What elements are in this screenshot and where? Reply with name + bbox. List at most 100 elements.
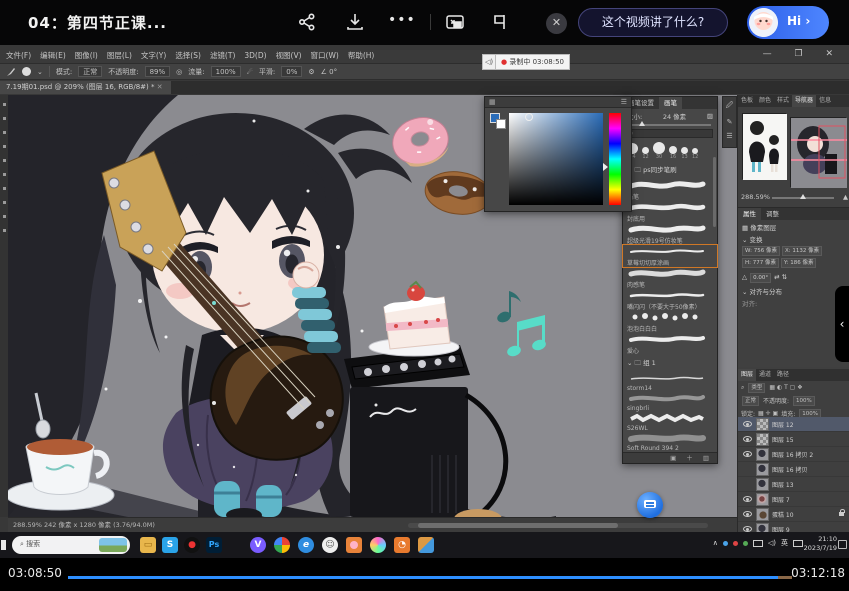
brush-search-input[interactable]: ⌕ — [627, 129, 713, 138]
zoom-in-icon[interactable]: ▲ — [843, 191, 848, 203]
brush-item[interactable]: 泡泡白白白 — [623, 311, 717, 333]
edge-icon[interactable]: e — [298, 537, 314, 553]
close-ask-icon[interactable]: ✕ — [546, 13, 567, 34]
color-cursor[interactable] — [525, 113, 533, 121]
brush-size-value[interactable]: 24 像素 — [663, 111, 686, 121]
hue-slider[interactable] — [609, 113, 621, 205]
mosaic-app-icon[interactable] — [418, 537, 434, 553]
photoshop-taskbar-icon[interactable]: Ps — [206, 537, 222, 553]
layer-filter-icons[interactable]: ▦ ◐ T ▢ ❖ — [769, 384, 802, 391]
chrome-icon[interactable] — [274, 537, 290, 553]
app-s-icon[interactable]: S — [162, 537, 178, 553]
airbrush-icon[interactable]: ☄ — [247, 68, 253, 76]
canvas-hscrollbar[interactable] — [408, 523, 708, 528]
brush-item[interactable]: 铅笔 — [623, 179, 717, 201]
tab-info[interactable]: 信息 — [816, 95, 834, 107]
chat-bubble-button[interactable] — [637, 492, 663, 518]
pip-icon[interactable] — [444, 12, 466, 34]
assistant-entry[interactable]: Hi › — [747, 6, 829, 39]
pressure-opacity-icon[interactable]: ◎ — [176, 68, 182, 76]
clock-app-icon[interactable]: ◔ — [394, 537, 410, 553]
menu-edit[interactable]: 编辑(E) — [40, 51, 66, 60]
tab-swatches[interactable]: 色板 — [738, 95, 756, 107]
brush-group-1[interactable]: ⌄ 🗀 ps同步笔刷 — [623, 162, 717, 179]
smooth-value[interactable]: 0% — [281, 66, 302, 77]
navigator-zoom-value[interactable]: 288.59% — [741, 191, 770, 203]
panel-menu-icon[interactable]: ☰ — [621, 97, 627, 107]
reference-image-thumbnail[interactable] — [742, 113, 786, 179]
brush-item[interactable]: 嘴闪闪（不要大于50像素） — [623, 289, 717, 311]
gear-icon[interactable]: ⚙ — [308, 68, 314, 76]
layers-opacity-value[interactable]: 100% — [793, 396, 815, 406]
layer-row[interactable]: 图层 7 — [738, 492, 849, 507]
tab-paths[interactable]: 路径 — [774, 369, 792, 381]
transform-h-field[interactable]: H: 777 像素 — [742, 258, 779, 268]
brush-item[interactable]: S26WL — [623, 412, 717, 432]
navigator-zoom-slider[interactable] — [772, 197, 834, 199]
menu-filter[interactable]: 滤镜(T) — [210, 51, 235, 60]
layer-row[interactable]: 图层 16 拷贝 — [738, 462, 849, 477]
brush-panel-footer[interactable]: ▣ ＋ ▥ — [623, 452, 717, 463]
ps-tools-strip[interactable] — [0, 95, 8, 517]
tab-adjustments[interactable]: 调整 — [761, 208, 784, 220]
brush-item[interactable]: singbrli — [623, 392, 717, 412]
brush-item[interactable]: 爱心 — [623, 333, 717, 355]
document-tab[interactable]: 7.19期01.psd @ 209% (图层 16, RGB/8#) * ✕ — [0, 81, 171, 94]
system-tray[interactable]: ∧ ◁) 英 — [713, 538, 803, 548]
brush-preset-caret[interactable]: ⌄ — [37, 68, 43, 76]
menu-3d[interactable]: 3D(D) — [244, 51, 266, 60]
sidebar-toggle[interactable]: ‹ — [835, 286, 849, 362]
mode-select[interactable]: 正常 — [78, 66, 102, 77]
tab-styles[interactable]: 样式 — [774, 95, 792, 107]
brush-panel-scrollbar[interactable] — [713, 157, 716, 227]
layer-row[interactable]: 蛋糕 10 — [738, 507, 849, 522]
menu-type[interactable]: 文字(Y) — [141, 51, 166, 60]
brush-preset-dots[interactable]: 24 12 30 16 13 12 — [623, 140, 717, 162]
more-icon[interactable]: ••• — [388, 12, 410, 34]
align-section-header[interactable]: ⌄ 对齐与分布 — [738, 284, 849, 296]
flip-icons[interactable]: ⇄ ⇅ — [774, 273, 787, 281]
qq-icon[interactable]: ● — [184, 537, 200, 553]
opacity-value[interactable]: 89% — [145, 66, 171, 77]
brush-size-slider[interactable] — [629, 124, 711, 126]
lock-icons[interactable]: ▦ ✛ ▣ — [758, 410, 778, 417]
menu-select[interactable]: 选择(S) — [175, 51, 201, 60]
brush-stamp-icon[interactable]: ▨ — [707, 112, 713, 120]
menu-layer[interactable]: 图层(L) — [107, 51, 132, 60]
brush-tool-icon[interactable] — [6, 67, 16, 77]
brush-item-selected[interactable]: 草莓切切厚涂画 — [623, 245, 717, 267]
brush-item[interactable]: 超级光滑19号仿妆笔 — [623, 223, 717, 245]
tab-properties[interactable]: 属性 — [738, 208, 761, 220]
menu-view[interactable]: 视图(V) — [276, 51, 302, 60]
menu-file[interactable]: 文件(F) — [6, 51, 31, 60]
layer-filter-icon[interactable]: ⌕ — [741, 384, 744, 392]
layer-row[interactable]: 图层 16 拷贝 2 — [738, 447, 849, 462]
window-controls[interactable]: — ❐ ✕ — [763, 49, 843, 59]
menu-window[interactable]: 窗口(W) — [311, 51, 339, 60]
transform-section-header[interactable]: ⌄ 变换 — [738, 232, 849, 244]
fg-bg-swatches[interactable] — [490, 113, 506, 129]
app-orange-icon[interactable] — [346, 537, 362, 553]
tab-channels[interactable]: 通道 — [756, 369, 774, 381]
menu-image[interactable]: 图像(I) — [75, 51, 98, 60]
progress-track[interactable] — [68, 576, 792, 579]
transform-w-field[interactable]: W: 756 像素 — [742, 246, 780, 256]
speaker-icon[interactable]: ◁) — [482, 54, 496, 70]
brush-item[interactable]: storm14 — [623, 372, 717, 392]
menu-help[interactable]: 帮助(H) — [348, 51, 375, 60]
layer-filter-type[interactable]: 类型 — [748, 383, 765, 393]
notification-icon[interactable] — [838, 540, 847, 549]
flag-icon[interactable] — [489, 12, 511, 34]
brush-group-2[interactable]: ⌄ 🗀 组 1 — [623, 355, 717, 372]
brush-item[interactable]: 肉感笔 — [623, 267, 717, 289]
navigator-preview[interactable] — [790, 117, 846, 187]
tab-color[interactable]: 颜色 — [756, 95, 774, 107]
account-icon[interactable]: ☺ — [322, 537, 338, 553]
transform-y-field[interactable]: Y: 186 像素 — [781, 258, 816, 268]
angle-icon[interactable]: ∠ 0° — [321, 68, 337, 76]
app-v-icon[interactable]: V — [250, 537, 266, 553]
hue-slider-arrow[interactable] — [603, 163, 608, 171]
share-icon[interactable] — [296, 12, 318, 34]
tab-brushes[interactable]: 画笔 — [659, 97, 682, 109]
flow-value[interactable]: 100% — [211, 66, 241, 77]
